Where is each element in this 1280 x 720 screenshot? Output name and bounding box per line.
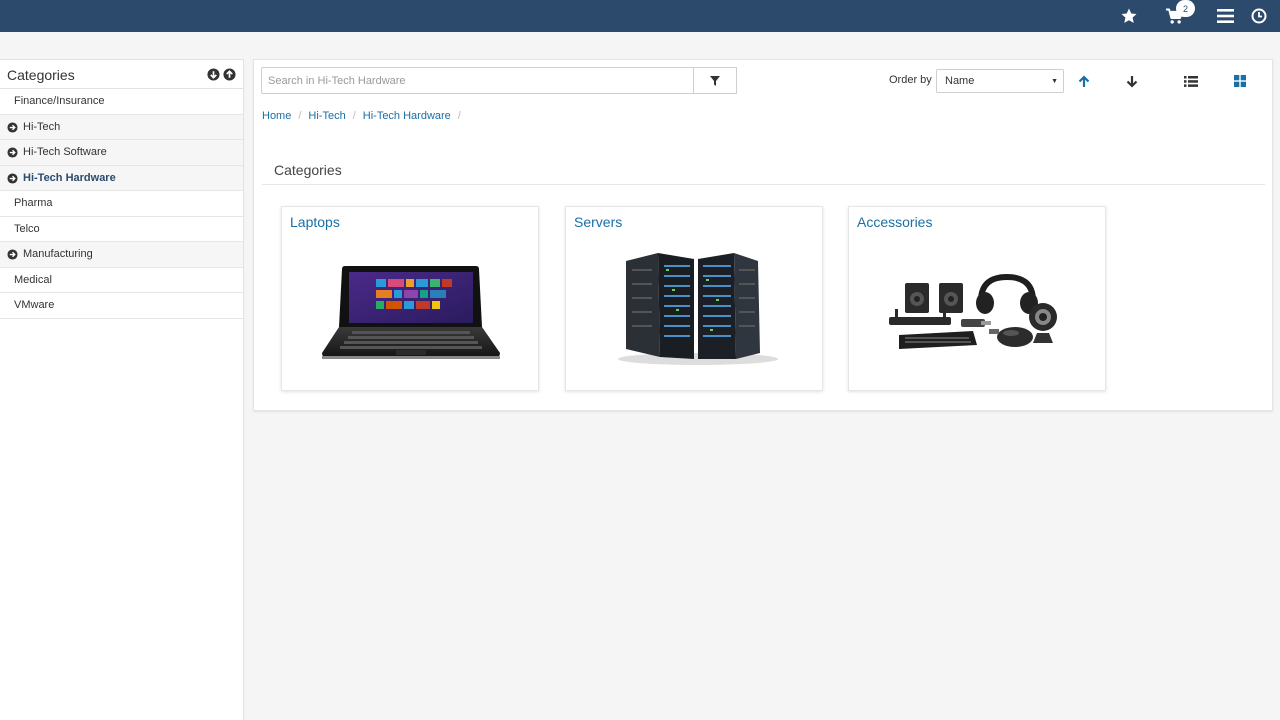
order-by-select[interactable]: Name ▼ <box>936 69 1064 93</box>
star-icon[interactable] <box>1119 6 1139 26</box>
sidebar-header: Categories <box>0 60 243 89</box>
expand-arrow-icon[interactable] <box>7 172 18 184</box>
sidebar-item-hi-tech-hardware[interactable]: Hi-Tech Hardware <box>0 165 243 191</box>
cart-icon[interactable]: 2 <box>1164 0 1195 26</box>
sidebar-item-label: Medical <box>14 273 52 286</box>
categories-sidebar: Categories Finance/Insurance Hi-Tech Hi-Te… <box>0 59 244 720</box>
category-card-servers[interactable]: Servers <box>565 206 823 391</box>
sidebar-list: Finance/Insurance Hi-Tech Hi-Tech Software… <box>0 89 243 319</box>
sidebar-title: Categories <box>7 67 75 83</box>
sidebar-item-hi-tech-software[interactable]: Hi-Tech Software <box>0 140 243 166</box>
chevron-down-icon: ▼ <box>1051 78 1058 85</box>
servers-image <box>618 253 778 365</box>
list-view-icon[interactable] <box>1184 74 1198 88</box>
sidebar-item-vmware[interactable]: VMware <box>0 293 243 319</box>
sidebar-item-label: Finance/Insurance <box>14 95 105 108</box>
sidebar-item-medical[interactable]: Medical <box>0 268 243 293</box>
breadcrumb-hi-tech[interactable]: Hi-Tech <box>308 110 345 122</box>
expand-arrow-icon[interactable] <box>7 249 18 260</box>
sidebar-item-finance-insurance[interactable]: Finance/Insurance <box>0 89 243 115</box>
sidebar-item-label: Telco <box>14 222 40 235</box>
card-title: Servers <box>574 214 623 230</box>
search-input[interactable] <box>261 67 694 94</box>
expand-arrow-icon[interactable] <box>7 147 18 158</box>
section-title: Categories <box>274 162 342 178</box>
sidebar-item-label: Pharma <box>14 197 53 210</box>
sidebar-item-pharma[interactable]: Pharma <box>0 191 243 217</box>
card-title: Accessories <box>857 214 933 230</box>
order-by-value: Name <box>945 75 975 87</box>
expand-all-icon[interactable] <box>207 68 220 81</box>
main-panel: Order by Name ▼ Home / Hi-Tech / Hi-Tech… <box>253 59 1273 411</box>
accessories-image <box>889 273 1057 349</box>
menu-icon[interactable] <box>1215 6 1235 26</box>
sort-descending-icon[interactable] <box>1125 74 1139 88</box>
sidebar-item-telco[interactable]: Telco <box>0 217 243 242</box>
cart-count-badge: 2 <box>1176 0 1195 17</box>
breadcrumb: Home / Hi-Tech / Hi-Tech Hardware / <box>262 110 461 122</box>
breadcrumb-home[interactable]: Home <box>262 110 291 122</box>
sidebar-item-label: Manufacturing <box>23 248 93 261</box>
expand-arrow-icon[interactable] <box>7 121 18 133</box>
clock-icon[interactable] <box>1249 6 1269 26</box>
grid-view-icon[interactable] <box>1233 74 1247 88</box>
sidebar-item-hi-tech[interactable]: Hi-Tech <box>0 114 243 140</box>
top-bar: 2 <box>0 0 1280 32</box>
filter-icon <box>710 75 720 86</box>
laptop-image <box>322 266 500 359</box>
sidebar-item-label: VMware <box>14 299 55 312</box>
sidebar-item-label: Hi-Tech Hardware <box>23 171 116 184</box>
sidebar-item-label: Hi-Tech <box>23 120 61 133</box>
category-card-accessories[interactable]: Accessories <box>848 206 1106 391</box>
card-title: Laptops <box>290 214 340 230</box>
sort-ascending-icon[interactable] <box>1077 74 1091 88</box>
order-by-label: Order by <box>889 74 932 86</box>
collapse-all-icon[interactable] <box>223 68 236 81</box>
section-divider <box>262 184 1265 185</box>
breadcrumb-hi-tech-hardware[interactable]: Hi-Tech Hardware <box>363 110 451 122</box>
sidebar-item-manufacturing[interactable]: Manufacturing <box>0 242 243 268</box>
sidebar-item-label: Hi-Tech Software <box>23 146 107 159</box>
category-card-laptops[interactable]: Laptops <box>281 206 539 391</box>
filter-button[interactable] <box>693 67 737 94</box>
